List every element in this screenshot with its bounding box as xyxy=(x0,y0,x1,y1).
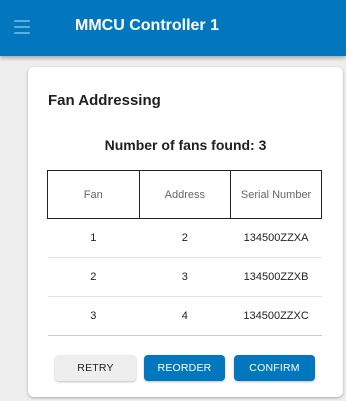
table-row: 2 3 134500ZZXB xyxy=(47,257,322,297)
table-row: 3 4 134500ZZXC xyxy=(47,296,322,336)
cell-fan: 1 xyxy=(47,218,139,258)
card-title: Fan Addressing xyxy=(48,92,161,109)
cell-serial-number: 134500ZZXA xyxy=(230,218,322,258)
cell-fan: 2 xyxy=(47,257,139,297)
app-title: MMCU Controller 1 xyxy=(75,17,219,34)
column-header-address: Address xyxy=(138,170,232,219)
confirm-button[interactable]: CONFIRM xyxy=(234,355,315,381)
table-row: 1 2 134500ZZXA xyxy=(47,218,322,258)
column-header-fan: Fan xyxy=(47,170,140,219)
fan-count-text: Number of fans found: 3 xyxy=(104,137,267,153)
cell-address: 4 xyxy=(139,296,231,336)
app-bar: MMCU Controller 1 xyxy=(0,0,346,56)
hamburger-menu-icon[interactable] xyxy=(14,20,30,34)
cell-address: 2 xyxy=(139,218,231,258)
cell-fan: 3 xyxy=(47,296,139,336)
reorder-button[interactable]: REORDER xyxy=(144,355,225,381)
cell-address: 3 xyxy=(139,257,231,297)
fan-addressing-card: Fan Addressing Number of fans found: 3 F… xyxy=(28,67,343,397)
retry-button[interactable]: RETRY xyxy=(55,355,136,381)
cell-serial-number: 134500ZZXB xyxy=(230,257,322,297)
fan-table: Fan Address Serial Number 1 2 134500ZZXA… xyxy=(47,170,322,336)
table-header-row: Fan Address Serial Number xyxy=(47,170,322,219)
cell-serial-number: 134500ZZXC xyxy=(230,296,322,336)
column-header-serial-number: Serial Number xyxy=(230,170,322,219)
